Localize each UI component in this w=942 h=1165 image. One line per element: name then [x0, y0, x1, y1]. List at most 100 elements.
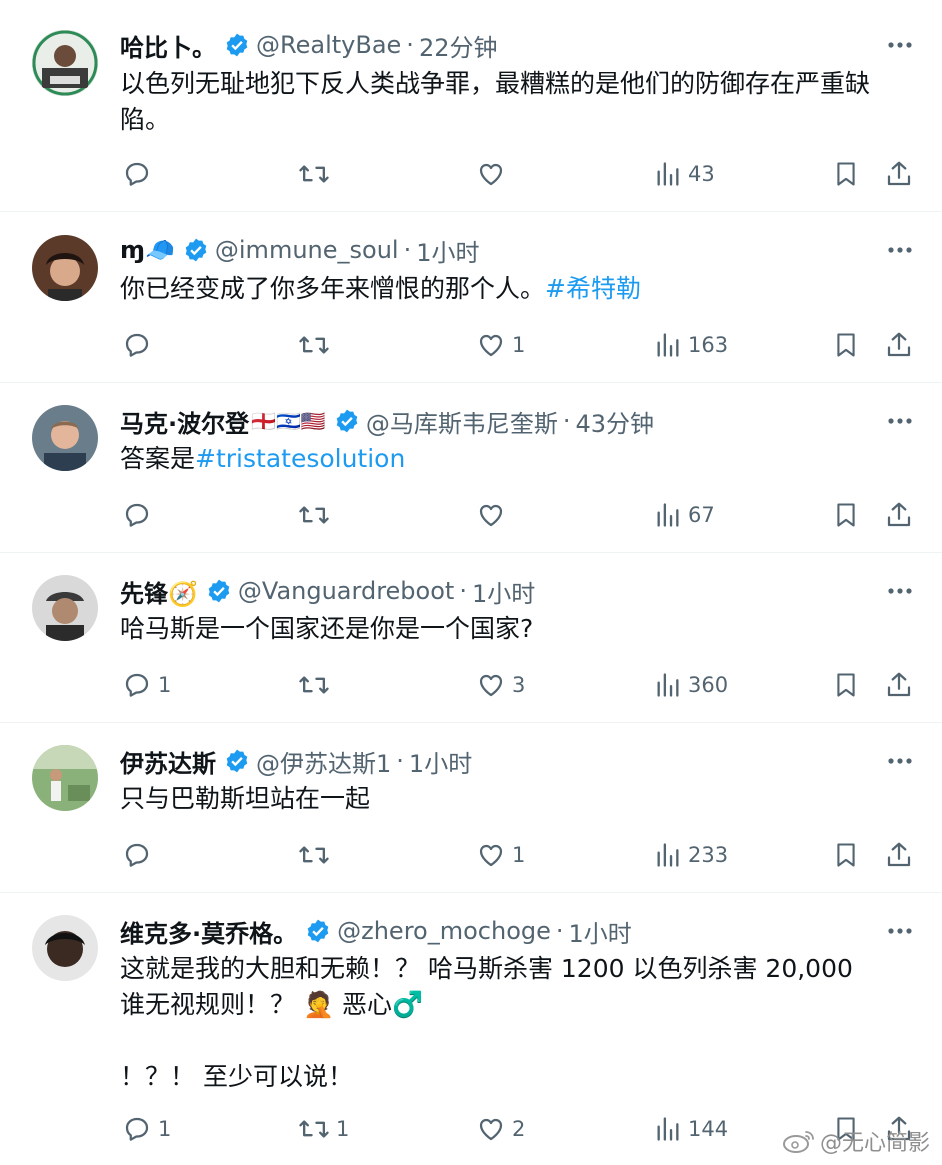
- like-button[interactable]: 1: [476, 328, 525, 362]
- retweet-button[interactable]: [298, 498, 336, 532]
- views-icon: [657, 673, 679, 697]
- timestamp[interactable]: 1小时: [569, 914, 632, 949]
- avatar[interactable]: [32, 575, 98, 641]
- retweet-icon: [299, 506, 329, 524]
- user-handle[interactable]: @zhero_mochoge: [337, 917, 551, 945]
- share-icon: [887, 672, 911, 697]
- reply-button[interactable]: 1: [122, 668, 171, 702]
- verified-badge-icon: [305, 918, 331, 944]
- tweet-text-body: 这就是我的大胆和无赖！？ 哈马斯杀害 1200 以色列杀害 20,000 谁无视…: [120, 954, 853, 1091]
- tweet[interactable]: 马克·波尔登 🏴󠁧󠁢󠁥󠁮󠁧󠁿🇮🇱🇺🇸 @马库斯韦尼奎斯 · 43分钟 答案是#t…: [0, 383, 942, 553]
- more-options-icon[interactable]: [886, 407, 914, 435]
- bookmark-icon: [837, 162, 855, 186]
- tweet[interactable]: 先锋🧭 @Vanguardreboot · 1小时 哈马斯是一个国家还是你是一个…: [0, 553, 942, 723]
- views-icon: [657, 1117, 679, 1141]
- retweet-button[interactable]: [298, 328, 336, 362]
- bookmark-button[interactable]: [832, 328, 860, 362]
- user-handle[interactable]: @immune_soul: [215, 236, 399, 264]
- retweet-button[interactable]: [298, 157, 336, 191]
- share-button[interactable]: [884, 498, 914, 532]
- tweet-text-body: 哈马斯是一个国家还是你是一个国家?: [120, 614, 534, 643]
- more-options-icon[interactable]: [886, 236, 914, 264]
- action-bar: 43: [0, 157, 942, 191]
- share-button[interactable]: [884, 157, 914, 191]
- like-button[interactable]: 3: [476, 668, 525, 702]
- like-button[interactable]: 2: [476, 1112, 525, 1146]
- avatar[interactable]: [32, 405, 98, 471]
- like-button[interactable]: 1: [476, 838, 525, 872]
- bookmark-icon: [837, 843, 855, 867]
- timestamp[interactable]: 43分钟: [575, 404, 654, 439]
- display-name[interactable]: 哈比卜。: [120, 28, 216, 63]
- tweet-text-body: 以色列无耻地犯下反人类战争罪，最糟糕的是他们的防御存在严重缺陷。: [120, 69, 871, 134]
- tweet[interactable]: 哈比卜。 @RealtyBae · 22分钟 以色列无耻地犯下反人类战争罪，最糟…: [0, 0, 942, 212]
- bookmark-button[interactable]: [832, 498, 860, 532]
- retweet-button[interactable]: [298, 838, 336, 872]
- weibo-logo-icon: [782, 1131, 814, 1153]
- more-options-icon[interactable]: [886, 917, 914, 945]
- avatar[interactable]: [32, 235, 98, 301]
- reply-button[interactable]: [122, 328, 158, 362]
- display-name[interactable]: 马克·波尔登: [120, 404, 249, 439]
- user-handle[interactable]: @RealtyBae: [256, 31, 401, 59]
- action-bar: 1 163: [0, 328, 942, 362]
- heart-icon: [479, 1118, 503, 1141]
- views-icon: [657, 333, 679, 357]
- user-handle[interactable]: @Vanguardreboot: [238, 577, 454, 605]
- user-handle[interactable]: @伊苏达斯1: [256, 744, 391, 779]
- reply-icon: [125, 162, 149, 186]
- avatar[interactable]: [32, 915, 98, 981]
- views-button[interactable]: 360: [654, 668, 728, 702]
- tweet[interactable]: ɱ🧢 @immune_soul · 1小时 你已经变成了你多年来憎恨的那个人。#…: [0, 212, 942, 383]
- bookmark-button[interactable]: [832, 838, 860, 872]
- hashtag-link[interactable]: #tristatesolution: [195, 444, 405, 473]
- reply-button[interactable]: 1: [122, 1112, 171, 1146]
- bookmark-button[interactable]: [832, 157, 860, 191]
- views-button[interactable]: 67: [654, 498, 715, 532]
- avatar[interactable]: [32, 30, 98, 96]
- retweet-button[interactable]: 1: [298, 1112, 349, 1146]
- views-button[interactable]: 233: [654, 838, 728, 872]
- more-options-icon[interactable]: [886, 31, 914, 59]
- separator-dot: ·: [459, 577, 467, 605]
- timestamp[interactable]: 1小时: [416, 233, 479, 268]
- separator-dot: ·: [555, 917, 564, 945]
- display-name[interactable]: 先锋🧭: [120, 574, 198, 609]
- like-button[interactable]: [476, 157, 512, 191]
- heart-icon: [479, 844, 503, 867]
- tweet-text: 你已经变成了你多年来憎恨的那个人。#希特勒: [120, 271, 910, 307]
- share-button[interactable]: [884, 838, 914, 872]
- tweet[interactable]: 伊苏达斯 @伊苏达斯1 · 1小时 只与巴勒斯坦站在一起 1 233: [0, 723, 942, 893]
- reply-button[interactable]: [122, 157, 158, 191]
- share-button[interactable]: [884, 668, 914, 702]
- reply-button[interactable]: [122, 838, 158, 872]
- user-handle[interactable]: @马库斯韦尼奎斯: [366, 404, 558, 439]
- heart-icon: [479, 334, 503, 357]
- display-name[interactable]: 维克多·莫乔格。: [120, 914, 297, 949]
- more-options-icon[interactable]: [886, 747, 914, 775]
- views-button[interactable]: 144: [654, 1112, 728, 1146]
- reply-button[interactable]: [122, 498, 158, 532]
- retweet-icon: [299, 846, 329, 864]
- like-button[interactable]: [476, 498, 512, 532]
- hashtag-link[interactable]: #希特勒: [545, 274, 641, 303]
- timestamp[interactable]: 22分钟: [419, 28, 498, 63]
- timestamp[interactable]: 1小时: [409, 744, 472, 779]
- views-button[interactable]: 43: [654, 157, 715, 191]
- verified-badge-icon: [224, 32, 250, 58]
- timestamp[interactable]: 1小时: [472, 574, 535, 609]
- display-name[interactable]: 伊苏达斯: [120, 744, 216, 779]
- tweet-text: 这就是我的大胆和无赖！？ 哈马斯杀害 1200 以色列杀害 20,000 谁无视…: [120, 951, 910, 1095]
- share-button[interactable]: [884, 328, 914, 362]
- more-options-icon[interactable]: [886, 577, 914, 605]
- watermark: @无心简影: [782, 1125, 930, 1157]
- heart-icon: [479, 504, 503, 527]
- avatar[interactable]: [32, 745, 98, 811]
- retweet-button[interactable]: [298, 668, 336, 702]
- views-button[interactable]: 163: [654, 328, 728, 362]
- display-name[interactable]: ɱ🧢: [120, 236, 175, 264]
- country-flags: 🏴󠁧󠁢󠁥󠁮󠁧󠁿🇮🇱🇺🇸: [251, 409, 326, 433]
- heart-icon: [479, 163, 503, 186]
- bookmark-button[interactable]: [832, 668, 860, 702]
- action-bar: 67: [0, 498, 942, 532]
